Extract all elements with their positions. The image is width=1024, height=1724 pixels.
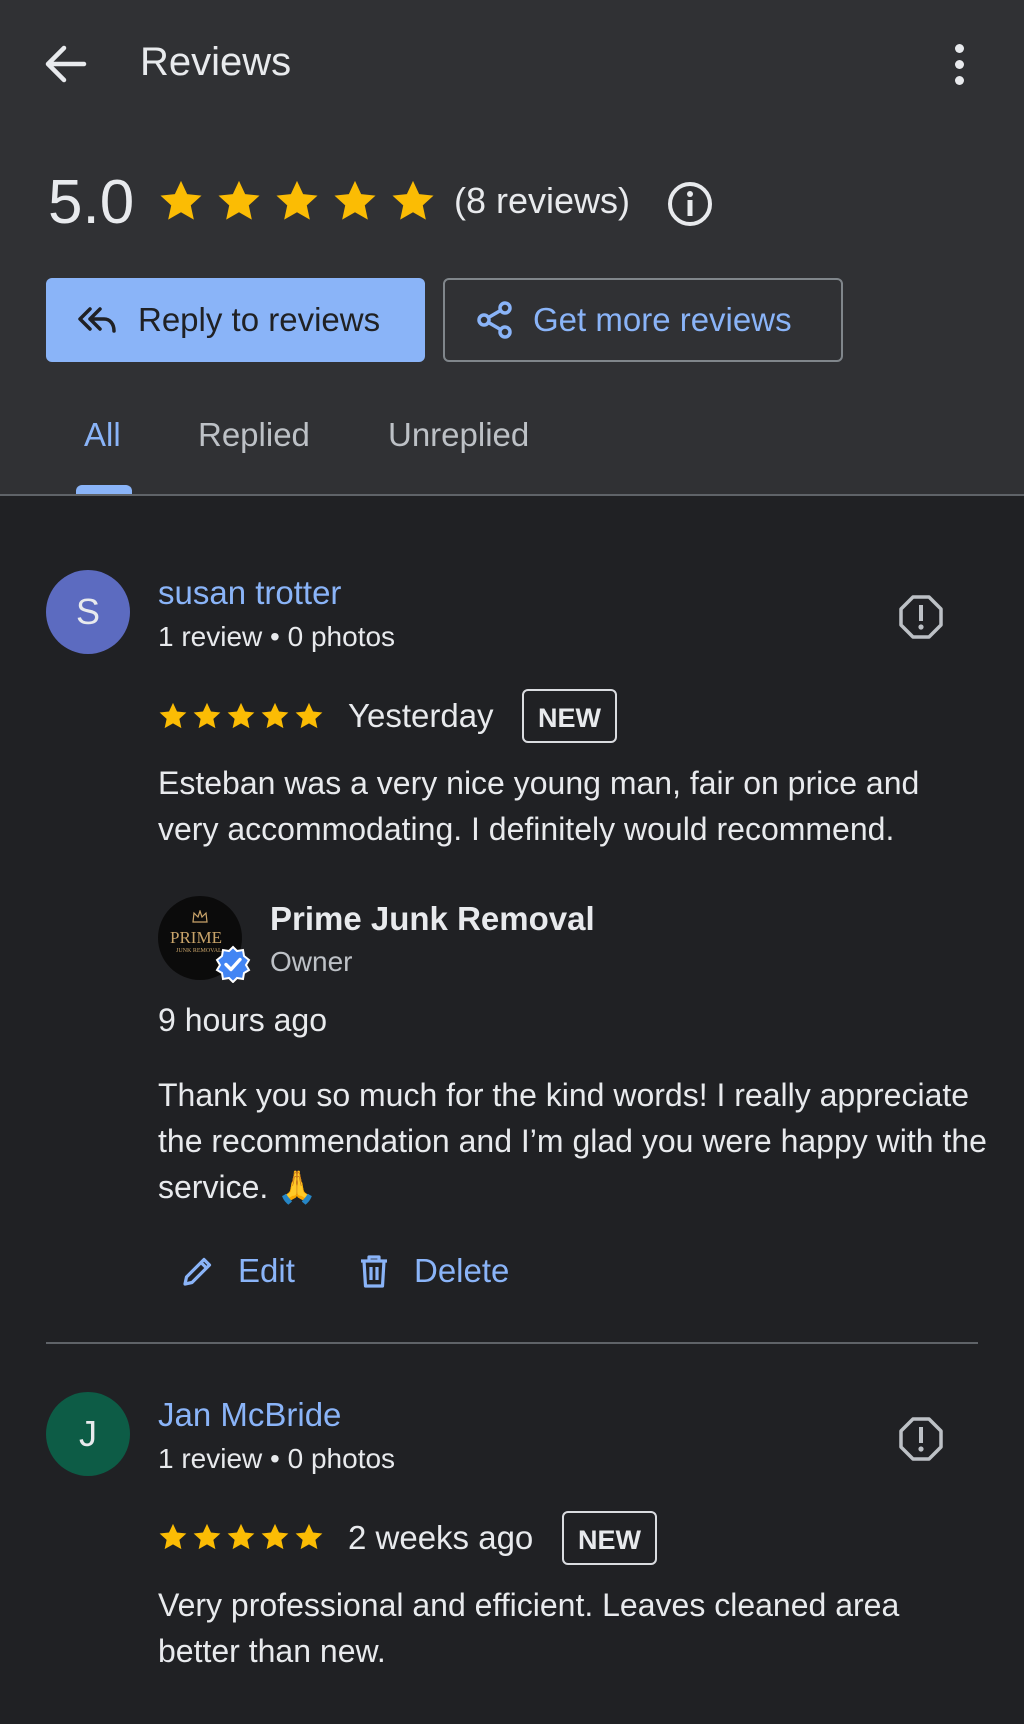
reviewer-meta: 1 review • 0 photos	[158, 1443, 396, 1474]
tab-replied[interactable]: Replied	[198, 416, 310, 454]
reviewer-name[interactable]: susan trotter	[158, 574, 341, 612]
review-date: 2 weeks ago	[348, 1519, 534, 1556]
star-icon	[334, 180, 376, 220]
page-title: Reviews	[140, 40, 292, 84]
reviews-header: Reviews 5.0 (8 reviews) Reply to reviews…	[0, 0, 1024, 496]
get-more-reviews-button[interactable]: Get more reviews	[443, 278, 843, 362]
new-badge: NEW	[522, 689, 617, 743]
star-icon	[392, 180, 434, 220]
report-icon[interactable]	[898, 594, 944, 640]
reviewer-meta: 1 review • 0 photos	[158, 621, 396, 652]
review-count: (8 reviews)	[454, 180, 631, 221]
avatar: J	[46, 1392, 130, 1476]
star-icon	[261, 1523, 289, 1550]
star-icon	[261, 702, 289, 729]
reply-to-reviews-button[interactable]: Reply to reviews	[46, 278, 425, 362]
star-icon	[276, 180, 318, 220]
share-icon	[477, 301, 512, 339]
star-icon	[193, 1523, 221, 1550]
delete-label: Delete	[414, 1252, 510, 1289]
info-icon[interactable]	[666, 180, 714, 228]
more-options-icon[interactable]	[944, 40, 974, 90]
verified-badge-icon	[215, 945, 251, 983]
avatar: S	[46, 570, 130, 654]
star-icon	[295, 1523, 323, 1550]
review-divider	[46, 1342, 978, 1344]
star-icon	[193, 702, 221, 729]
owner-name: Prime Junk Removal	[270, 900, 595, 937]
get-more-reviews-label: Get more reviews	[533, 301, 792, 338]
review-stars	[158, 701, 324, 731]
reply-to-reviews-label: Reply to reviews	[138, 301, 381, 338]
crown-icon	[192, 910, 208, 923]
star-icon	[159, 1523, 187, 1550]
star-icon	[227, 1523, 255, 1550]
review-text: Very professional and efficient. Leaves …	[158, 1587, 900, 1669]
review-text: Esteban was a very nice young man, fair …	[158, 765, 920, 847]
reply-time: 9 hours ago	[158, 1002, 328, 1038]
report-icon[interactable]	[898, 1416, 944, 1462]
trash-icon	[361, 1255, 387, 1288]
active-tab-indicator	[76, 485, 132, 494]
tab-unreplied[interactable]: Unreplied	[388, 416, 529, 454]
edit-label: Edit	[238, 1252, 295, 1289]
star-icon	[295, 702, 323, 729]
reply-text: Thank you so much for the kind words! I …	[158, 1077, 987, 1205]
star-icon	[227, 702, 255, 729]
review-stars	[158, 1522, 324, 1552]
star-icon	[218, 180, 260, 220]
pencil-icon	[183, 1257, 212, 1286]
reviewer-name[interactable]: Jan McBride	[158, 1396, 341, 1434]
overall-stars	[158, 178, 436, 224]
delete-reply-button[interactable]: Delete	[356, 1252, 509, 1290]
back-arrow-icon[interactable]	[40, 42, 90, 86]
tab-all[interactable]: All	[84, 416, 121, 454]
edit-reply-button[interactable]: Edit	[180, 1252, 295, 1290]
new-badge: NEW	[562, 1511, 657, 1565]
star-icon	[160, 180, 202, 220]
star-icon	[159, 702, 187, 729]
overall-rating: 5.0	[48, 168, 135, 237]
reply-all-icon	[78, 307, 116, 333]
review-date: Yesterday	[348, 697, 494, 734]
owner-role: Owner	[270, 946, 353, 977]
